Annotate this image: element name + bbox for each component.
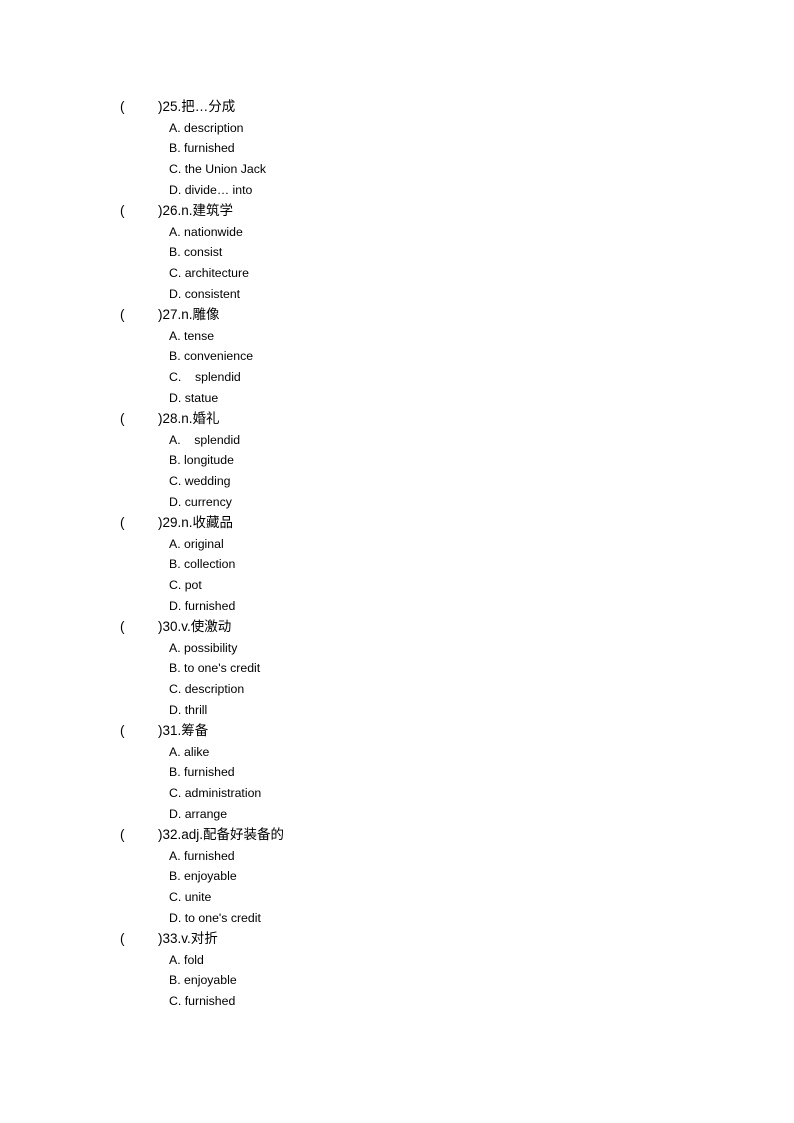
answer-option: A. nationwide xyxy=(169,224,243,239)
answer-option: B. enjoyable xyxy=(169,973,237,988)
answer-option: B. consist xyxy=(169,245,223,260)
answer-option: A. alike xyxy=(169,744,210,759)
answer-option: D. statue xyxy=(169,390,219,405)
question-prompt: )31.筹备 xyxy=(158,723,209,738)
answer-option: D. furnished xyxy=(169,598,236,613)
document-page: ( )25.把…分成 A. description B. furnished C. th… xyxy=(0,0,794,1123)
answer-blank-open-paren: ( xyxy=(120,723,125,738)
question-prompt: )29.n.收藏品 xyxy=(158,515,234,530)
answer-blank-open-paren: ( xyxy=(120,203,125,218)
answer-option: B. collection xyxy=(169,557,236,572)
answer-option: B. convenience xyxy=(169,349,254,364)
answer-option: A. furnished xyxy=(169,848,235,863)
answer-option: B. enjoyable xyxy=(169,869,237,884)
question-prompt: )28.n.婚礼 xyxy=(158,411,220,426)
answer-option: B. to one's credit xyxy=(169,661,261,676)
answer-blank-open-paren: ( xyxy=(120,515,125,530)
answer-option: A. tense xyxy=(169,328,215,343)
answer-option: D. to one's credit xyxy=(169,910,261,925)
answer-option: A. description xyxy=(169,120,244,135)
answer-option: C. furnished xyxy=(169,993,236,1008)
answer-option: C. administration xyxy=(169,785,262,800)
answer-option: B. furnished xyxy=(169,141,235,156)
answer-option: B. longitude xyxy=(169,453,234,468)
answer-blank-open-paren: ( xyxy=(120,99,125,114)
answer-option: B. furnished xyxy=(169,765,235,780)
question-prompt: )30.v.使激动 xyxy=(158,619,232,634)
answer-blank-open-paren: ( xyxy=(120,827,125,842)
answer-option: C. unite xyxy=(169,889,212,904)
answer-blank-open-paren: ( xyxy=(120,931,125,946)
question-prompt: )32.adj.配备好装备的 xyxy=(158,827,285,842)
question-prompt: )25.把…分成 xyxy=(158,99,236,114)
answer-blank-open-paren: ( xyxy=(120,411,125,426)
answer-option: D. divide… into xyxy=(169,182,253,197)
question-prompt: )33.v.对折 xyxy=(158,931,218,946)
answer-option: A. fold xyxy=(169,952,204,967)
answer-option: D. thrill xyxy=(169,702,208,717)
answer-option: A. possibility xyxy=(169,640,238,655)
answer-option: C. architecture xyxy=(169,265,249,280)
answer-option: C. the Union Jack xyxy=(169,161,267,176)
answer-option: C. wedding xyxy=(169,473,231,488)
question-prompt: )27.n.雕像 xyxy=(158,307,220,322)
answer-option: D. currency xyxy=(169,494,232,509)
answer-option: D. consistent xyxy=(169,286,241,301)
answer-option: A. splendid xyxy=(169,432,241,447)
answer-option: C. pot xyxy=(169,577,202,592)
question-prompt: )26.n.建筑学 xyxy=(158,203,234,218)
answer-option: C. description xyxy=(169,681,245,696)
answer-option: D. arrange xyxy=(169,806,228,821)
answer-option: C. splendid xyxy=(169,369,241,384)
answer-blank-open-paren: ( xyxy=(120,619,125,634)
answer-blank-open-paren: ( xyxy=(120,307,125,322)
answer-option: A. original xyxy=(169,536,224,551)
